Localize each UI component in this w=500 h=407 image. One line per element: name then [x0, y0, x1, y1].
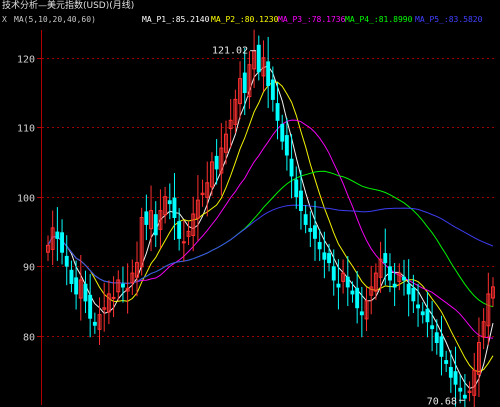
y-tick-label: 80: [23, 333, 35, 344]
candle: [355, 287, 360, 309]
candle: [406, 283, 411, 295]
candle: [303, 214, 308, 225]
candle: [331, 266, 336, 281]
candle: [275, 103, 280, 121]
ma-line-2: [47, 81, 494, 373]
y-tick-label: 90: [23, 263, 35, 274]
candle: [350, 290, 355, 295]
candle: [345, 276, 350, 288]
y-tick-label: 110: [17, 124, 35, 135]
candle: [430, 325, 435, 330]
candle: [284, 135, 289, 156]
ma-line-1: [47, 65, 494, 389]
candle: [69, 269, 74, 284]
candle: [64, 255, 69, 267]
candle: [392, 283, 397, 288]
candle: [299, 190, 303, 212]
candle: [55, 231, 60, 239]
candle: [388, 266, 392, 281]
candle: [420, 311, 425, 316]
candle: [177, 221, 182, 239]
candle: [317, 242, 322, 250]
candle: [88, 294, 93, 319]
ma-line-5: [47, 204, 494, 284]
candle: [402, 276, 406, 281]
high-label: 121.02: [212, 46, 248, 57]
candle: [153, 214, 158, 236]
candle: [453, 371, 458, 385]
low-label: 70.68: [427, 396, 457, 407]
y-tick-label: 100: [17, 194, 35, 205]
candle: [425, 308, 430, 323]
candle: [181, 241, 186, 244]
candle: [74, 277, 79, 295]
candle: [462, 394, 467, 399]
candle: [111, 296, 116, 299]
y-tick-label: 120: [17, 55, 35, 66]
candle: [294, 179, 299, 198]
candle: [434, 332, 439, 343]
candle: [60, 232, 64, 253]
candle: [270, 79, 275, 100]
candle: [214, 155, 219, 170]
candle: [327, 253, 332, 264]
candle: [313, 225, 317, 239]
candle: [266, 61, 271, 87]
candlestick-chart: 80 90 100 110 120 121.02 70.68: [17, 29, 497, 407]
candle: [359, 311, 364, 316]
candle: [439, 336, 444, 357]
candle: [383, 253, 388, 264]
candle: [121, 283, 125, 288]
candle: [280, 123, 285, 142]
candle: [458, 387, 463, 392]
candle: [416, 304, 421, 309]
candle: [411, 287, 416, 302]
candle: [444, 360, 449, 364]
candle: [144, 211, 149, 225]
candle: [308, 228, 313, 232]
candle: [92, 321, 97, 326]
candle: [256, 44, 261, 73]
candle: [336, 283, 341, 288]
candle: [242, 72, 247, 93]
candle: [172, 197, 177, 219]
candle: [83, 283, 88, 302]
candle: [289, 158, 294, 177]
ma-line-4: [47, 170, 494, 308]
candle: [322, 252, 327, 260]
candle: [448, 367, 453, 378]
candle: [167, 200, 172, 205]
